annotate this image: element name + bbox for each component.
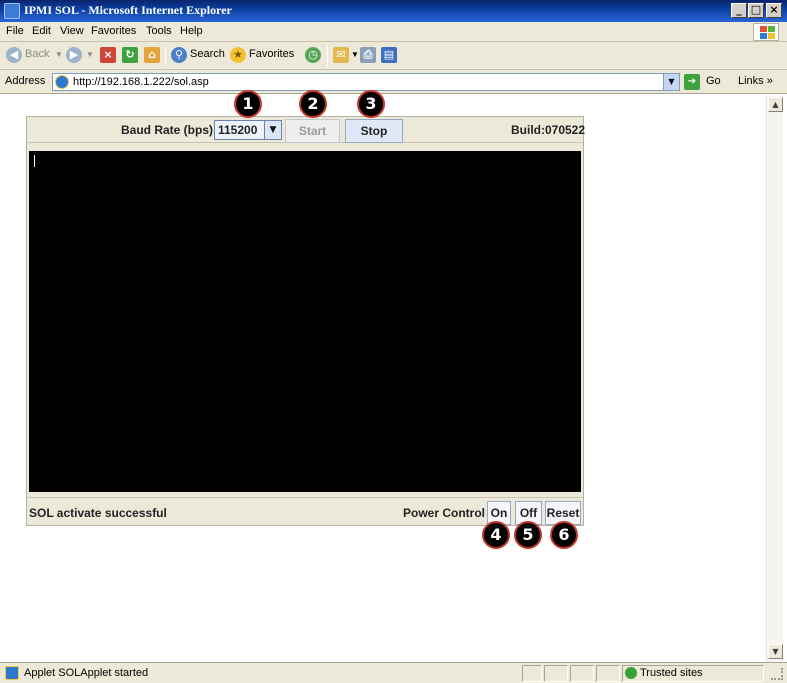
address-dropdown-icon[interactable]: ▼ — [663, 74, 679, 90]
toolbar-separator — [165, 46, 166, 66]
menu-bar: File Edit View Favorites Tools Help — [0, 22, 787, 42]
print-icon[interactable]: ⎙ — [360, 47, 376, 63]
page-done-icon — [5, 666, 19, 680]
windows-logo-icon — [753, 23, 779, 41]
power-control-label: Power Control : — [403, 506, 493, 520]
callout-2: 2 — [299, 90, 327, 118]
start-button[interactable]: Start — [285, 119, 340, 143]
mail-icon[interactable]: ✉ — [333, 47, 349, 63]
minimize-button[interactable]: _ — [731, 3, 747, 18]
close-button[interactable]: × — [766, 3, 782, 18]
security-zone-text: Trusted sites — [640, 667, 703, 679]
sol-applet: Baud Rate (bps) 115200 ▼ Start Stop Buil… — [26, 116, 586, 526]
resize-grip-icon[interactable] — [771, 668, 783, 680]
window-title: IPMI SOL - Microsoft Internet Explorer — [24, 3, 232, 17]
back-button[interactable]: Back — [25, 48, 49, 60]
title-bar: IPMI SOL - Microsoft Internet Explorer _… — [0, 0, 787, 22]
callout-4: 4 — [482, 521, 510, 549]
status-panel — [596, 665, 620, 682]
stop-button[interactable]: Stop — [345, 119, 403, 143]
status-panel — [570, 665, 594, 682]
sol-terminal[interactable] — [29, 151, 581, 492]
search-button[interactable]: Search — [190, 48, 225, 60]
sol-status-text: SOL activate successful — [29, 506, 167, 520]
back-dropdown-icon[interactable]: ▼ — [55, 50, 63, 59]
favorites-star-icon[interactable]: ★ — [230, 47, 246, 63]
search-icon[interactable]: ⚲ — [171, 47, 187, 63]
menu-view[interactable]: View — [60, 25, 84, 37]
baud-rate-value[interactable]: 115200 — [218, 123, 257, 137]
menu-file[interactable]: File — [6, 25, 24, 37]
forward-dropdown-icon[interactable]: ▼ — [86, 50, 94, 59]
text-cursor — [34, 155, 35, 167]
callout-6: 6 — [550, 521, 578, 549]
links-button[interactable]: Links » — [738, 75, 773, 87]
forward-arrow-icon[interactable]: ▶ — [66, 47, 82, 63]
refresh-icon[interactable]: ↻ — [122, 47, 138, 63]
baud-rate-select[interactable]: 115200 ▼ — [214, 120, 282, 140]
menu-help[interactable]: Help — [180, 25, 203, 37]
toolbar-separator — [327, 46, 328, 66]
home-icon[interactable]: ⌂ — [144, 47, 160, 63]
menu-tools[interactable]: Tools — [146, 25, 172, 37]
baud-rate-label: Baud Rate (bps) — [121, 123, 214, 137]
standard-toolbar: ◀ Back ▼ ▶ ▼ × ↻ ⌂ ⚲ Search ★ Favorites … — [0, 42, 787, 70]
go-arrow-icon[interactable]: ➔ — [684, 74, 700, 90]
edit-page-icon[interactable]: ▤ — [381, 47, 397, 63]
go-button[interactable]: ➔ Go — [684, 74, 728, 90]
callout-3: 3 — [357, 90, 385, 118]
maximize-button[interactable]: □ — [748, 3, 764, 18]
go-label[interactable]: Go — [706, 75, 721, 87]
vertical-scrollbar[interactable]: ▲ ▼ — [766, 96, 783, 662]
scroll-down-icon[interactable]: ▼ — [768, 644, 783, 659]
status-panel — [544, 665, 568, 682]
scroll-up-icon[interactable]: ▲ — [768, 97, 783, 112]
callout-1: 1 — [234, 90, 262, 118]
status-bar: Applet SOLApplet started Trusted sites — [0, 662, 787, 683]
build-label: Build:070522 — [511, 123, 586, 137]
callout-5: 5 — [514, 521, 542, 549]
back-arrow-icon[interactable]: ◀ — [6, 47, 22, 63]
mail-dropdown-icon[interactable]: ▼ — [351, 50, 359, 59]
history-icon[interactable]: ◷ — [305, 47, 321, 63]
stop-icon[interactable]: × — [100, 47, 116, 63]
applet-top-bar: Baud Rate (bps) 115200 ▼ Start Stop Buil… — [27, 117, 586, 143]
trusted-zone-icon — [625, 667, 637, 679]
status-text: Applet SOLApplet started — [24, 667, 149, 679]
menu-favorites[interactable]: Favorites — [91, 25, 136, 37]
page-icon — [55, 75, 69, 89]
ie-app-icon — [4, 3, 20, 19]
address-bar: Address http://192.168.1.222/sol.asp ▼ ➔… — [0, 70, 787, 94]
favorites-button[interactable]: Favorites — [249, 48, 294, 60]
menu-edit[interactable]: Edit — [32, 25, 51, 37]
address-url[interactable]: http://192.168.1.222/sol.asp — [73, 76, 209, 88]
status-panel — [522, 665, 542, 682]
address-input[interactable]: http://192.168.1.222/sol.asp ▼ — [52, 73, 680, 91]
address-label: Address — [5, 75, 46, 87]
baud-dropdown-icon[interactable]: ▼ — [264, 121, 281, 139]
